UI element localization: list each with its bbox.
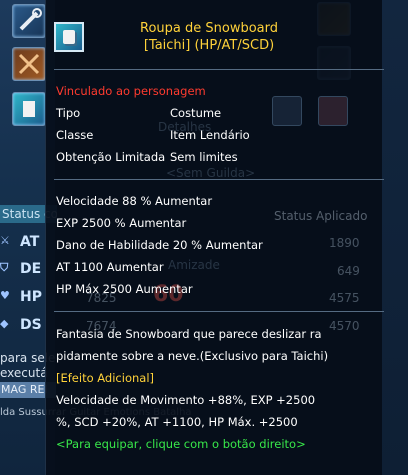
type-label: Tipo — [56, 106, 81, 120]
effect-at: AT 1100 Aumentar — [56, 260, 164, 274]
divider — [54, 311, 384, 312]
effect-exp: EXP 2500 % Aumentar — [56, 216, 187, 230]
item-tooltip: Detalhes <Sem Guilda> Status Aplicado Am… — [45, 0, 384, 475]
equip-hint: <Para equipar, clique com o botão direit… — [56, 437, 306, 451]
extra-effect-line1: Velocidade de Movimento +88%, EXP +2500 — [56, 393, 316, 407]
limited-value: Sem limites — [170, 150, 238, 164]
character-panel-right — [382, 0, 408, 475]
equip-slot-accessory[interactable] — [12, 47, 46, 81]
applied-ds-value: 4570 — [329, 319, 360, 333]
applied-de-value: 649 — [337, 264, 360, 278]
equip-slot-ghost-2 — [318, 96, 348, 126]
status-applied-label: Status Aplicado — [274, 209, 368, 223]
side-text-2: executá — [0, 366, 48, 380]
effect-skill-damage: Dano de Habilidade 20 % Aumentar — [56, 238, 263, 252]
sword-icon: ⚔ — [0, 234, 10, 247]
extra-effect-header: [Efeito Adicional] — [56, 371, 155, 385]
equip-slot-weapon[interactable] — [12, 4, 46, 38]
costume-icon — [23, 101, 35, 117]
gem-icon: ◆ — [0, 317, 9, 330]
shield-icon: ⛉ — [0, 261, 9, 274]
equip-slot-costume[interactable] — [12, 92, 46, 126]
amizade-label: Amizade — [168, 258, 220, 272]
effect-hp: HP Máx 2500 Aumentar — [56, 282, 193, 296]
class-value: Item Lendário — [170, 128, 250, 142]
class-label: Classe — [56, 128, 94, 142]
crossed-tools-icon — [18, 53, 40, 75]
limited-label: Obtenção Limitada — [56, 150, 166, 164]
type-value: Costume — [170, 106, 222, 120]
extra-effect-line2: %, SCD +20%, AT +1100, HP Máx. +2500 — [56, 415, 298, 429]
snowboard-outfit-icon — [54, 22, 84, 52]
item-title-line2: [Taichi] (HP/AT/SCD) — [143, 38, 275, 53]
description-line1: Fantasia de Snowboard que parece desliza… — [56, 327, 322, 341]
bound-label: Vinculado ao personagem — [56, 84, 206, 98]
equip-slot-ghost-1 — [272, 96, 302, 126]
item-title-line1: Roupa de Snowboard — [140, 21, 278, 36]
no-guild-label: <Sem Guilda> — [166, 166, 256, 180]
applied-hp-value: 4575 — [329, 291, 360, 305]
applied-at-value: 1890 — [329, 236, 360, 250]
effect-speed: Velocidade 88 % Aumentar — [56, 194, 213, 208]
description-line2: pidamente sobre a neve.(Exclusivo para T… — [56, 349, 329, 363]
heart-icon: ♥ — [0, 289, 10, 302]
divider — [54, 179, 384, 180]
wrench-icon — [19, 8, 42, 31]
divider — [54, 69, 384, 70]
